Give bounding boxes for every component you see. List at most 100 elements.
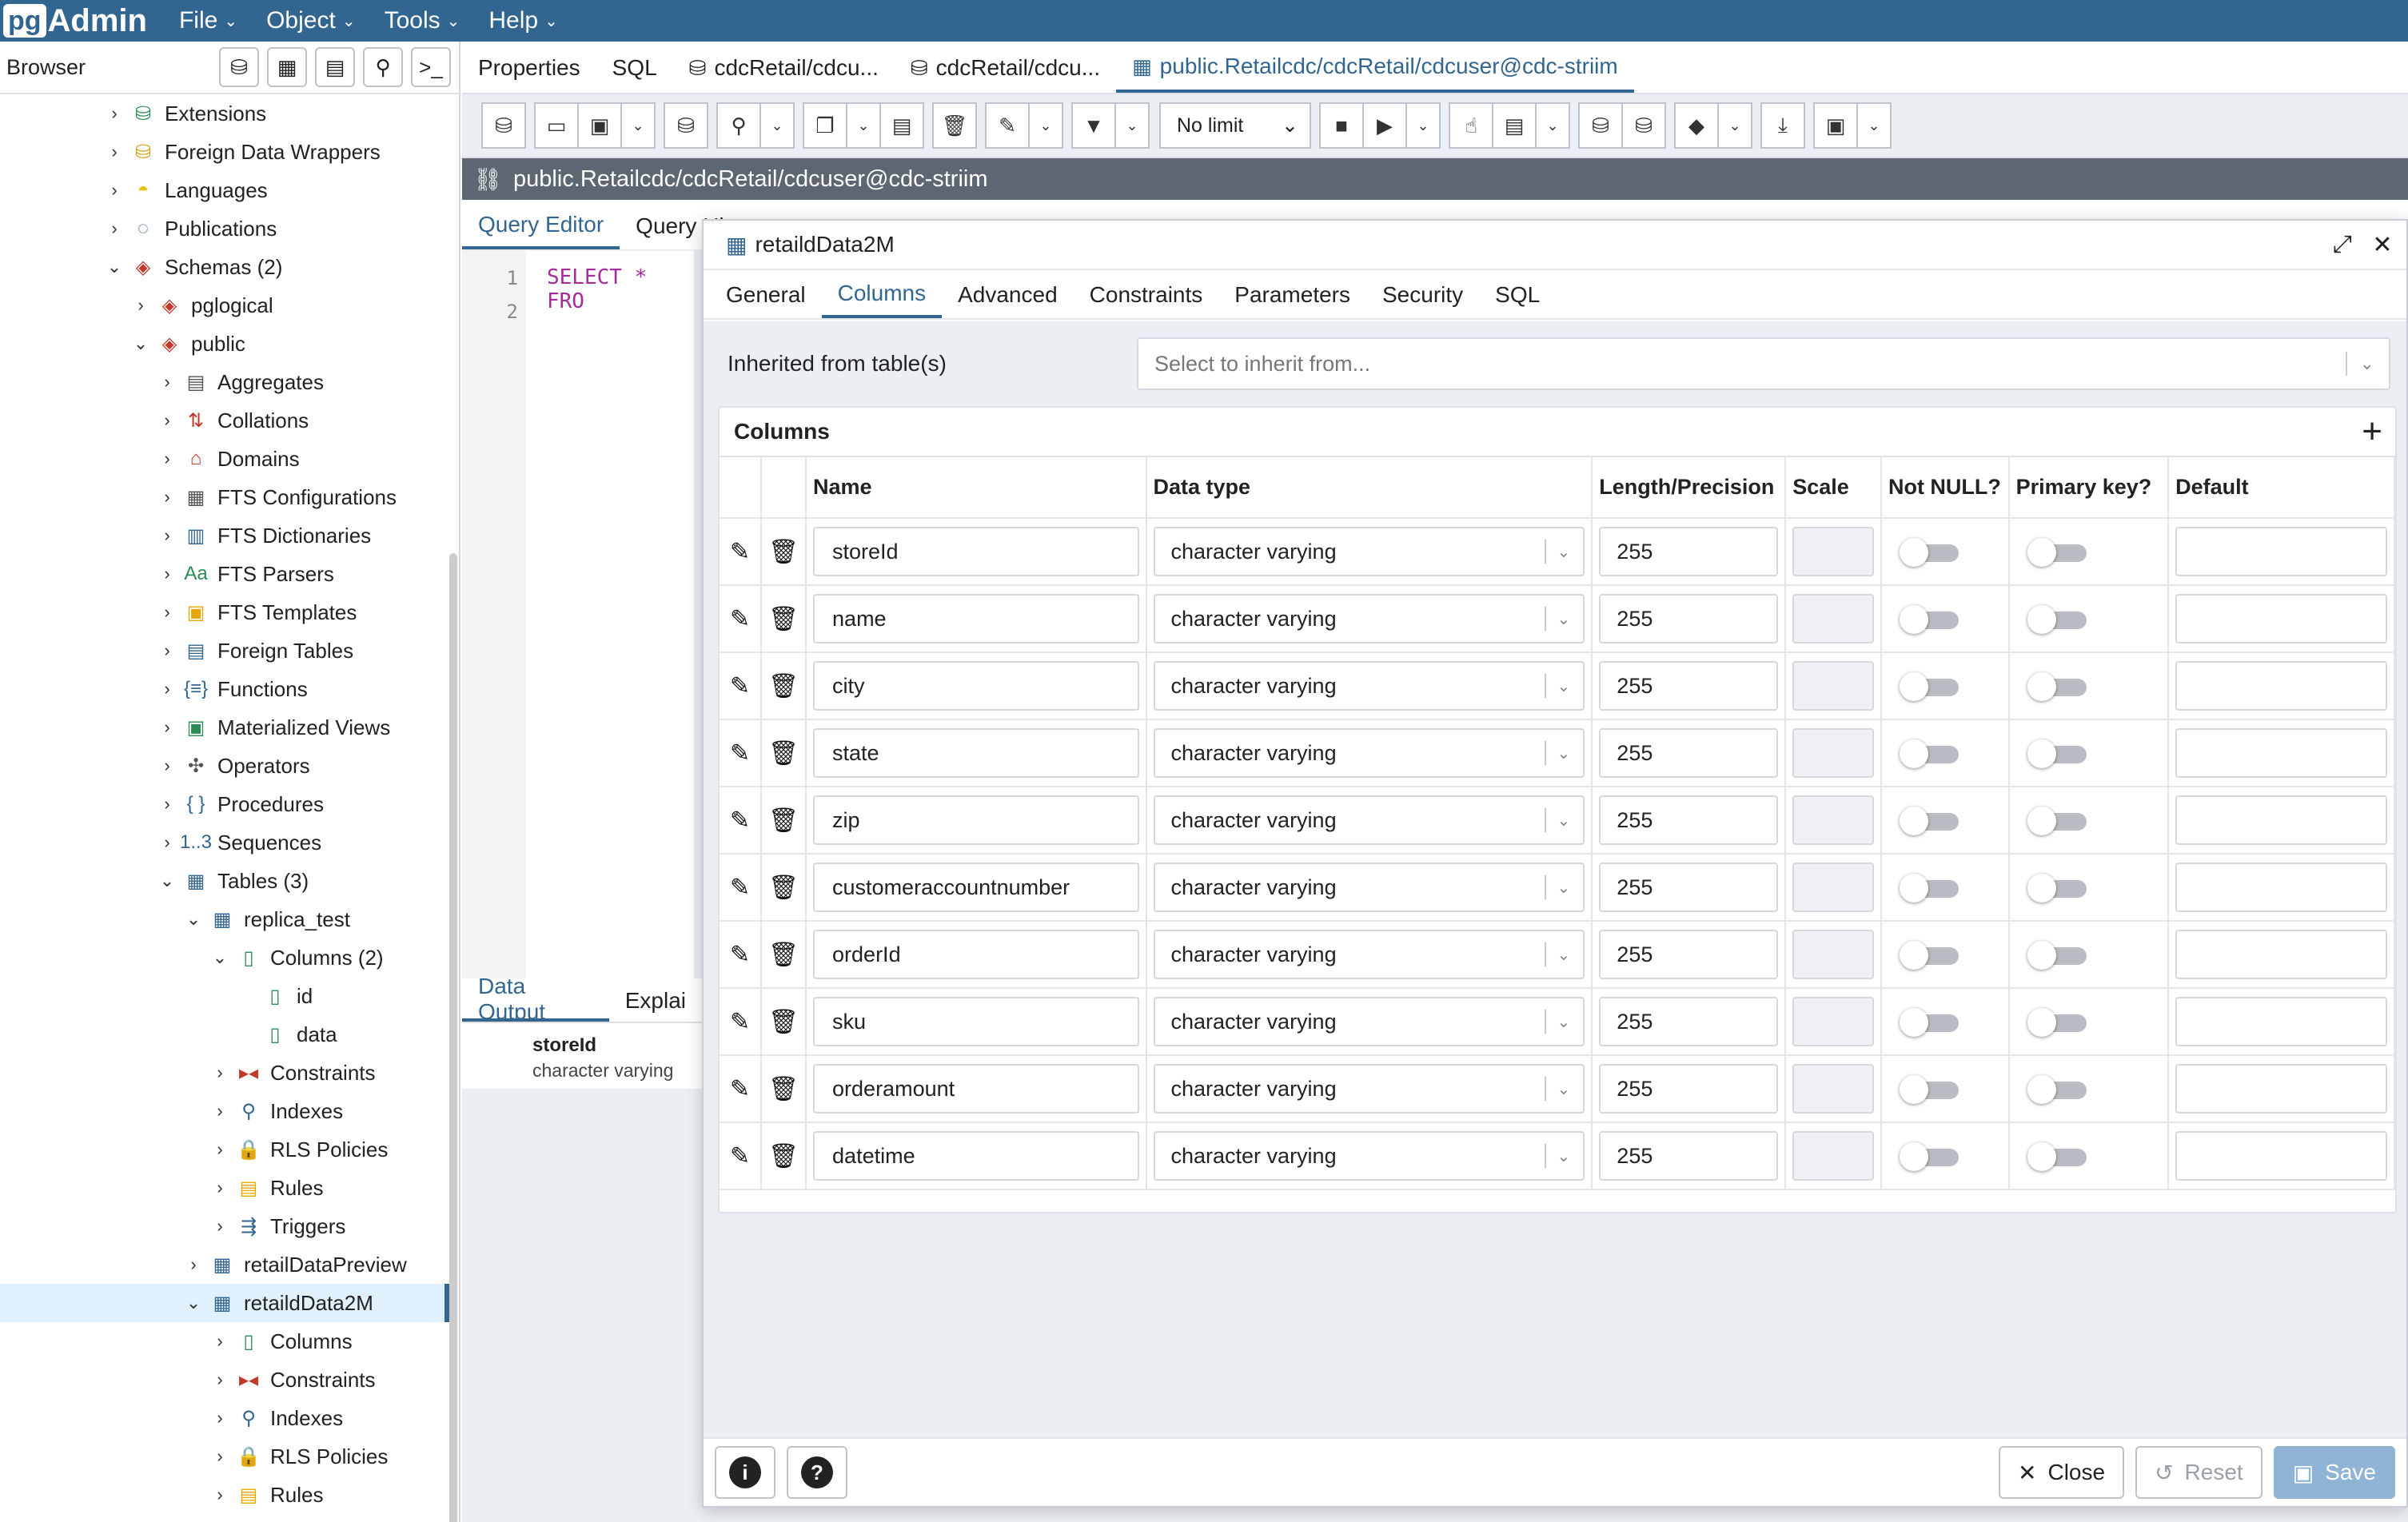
tree-node[interactable]: › 1..3 Sequences — [0, 823, 449, 862]
tree-node[interactable]: ⌄ ▦ replica_test — [0, 900, 449, 938]
not-null-toggle[interactable] — [1899, 672, 1962, 701]
delete-row-button[interactable]: 🗑 — [760, 652, 807, 720]
column-name-input[interactable]: orderamount — [813, 1064, 1139, 1114]
view-data-button[interactable]: ▦ — [267, 47, 307, 87]
primary-key-toggle[interactable] — [2027, 807, 2090, 835]
edit-button[interactable]: ✎ — [985, 102, 1030, 149]
not-null-toggle[interactable] — [1899, 538, 1962, 567]
chevron-right-icon[interactable]: › — [208, 1062, 232, 1083]
chevron-down-icon[interactable]: ⌄ — [102, 257, 126, 277]
main-tab[interactable]: SQL — [596, 43, 673, 93]
edit-row-button[interactable]: ✎ — [720, 518, 762, 586]
tab-explain[interactable]: Explai — [609, 980, 702, 1022]
length-input[interactable]: 255 — [1599, 863, 1779, 912]
length-input[interactable]: 255 — [1599, 527, 1779, 576]
chevron-right-icon[interactable]: › — [102, 218, 126, 239]
dialog-tab-security[interactable]: Security — [1366, 272, 1479, 318]
tree-node[interactable]: ⌄ ▦ Tables (3) — [0, 862, 449, 900]
delete-row-button[interactable]: 🗑 — [760, 921, 807, 989]
tree-node[interactable]: › ▣ Materialized Views — [0, 708, 449, 747]
tree-node[interactable]: › ◈ pglogical — [0, 286, 449, 325]
tree-node[interactable]: ⌄ ▦ retaildData2M — [0, 1284, 449, 1322]
tree-node[interactable]: ⌄ ▯ Columns (2) — [0, 938, 449, 977]
data-type-select[interactable]: character varying ⌄ — [1153, 997, 1585, 1046]
tab-query-editor[interactable]: Query Editor — [462, 203, 620, 249]
tree-node[interactable]: › ▦ FTS Configurations — [0, 478, 449, 516]
chevron-right-icon[interactable]: › — [181, 1254, 205, 1275]
primary-key-toggle[interactable] — [2027, 672, 2090, 701]
chevron-right-icon[interactable]: › — [208, 1484, 232, 1505]
save-data-button[interactable]: ⛁ — [664, 102, 708, 149]
help-button[interactable]: ? — [787, 1446, 847, 1499]
primary-key-toggle[interactable] — [2027, 1008, 2090, 1037]
delete-row-button[interactable]: 🗑 — [760, 1055, 807, 1123]
chevron-right-icon[interactable]: › — [208, 1216, 232, 1237]
edit-options-button[interactable]: ⌄ — [1028, 102, 1063, 149]
delete-row-button[interactable]: 🗑 — [760, 585, 807, 653]
data-type-select[interactable]: character varying ⌄ — [1153, 594, 1585, 643]
save-file-button[interactable]: ▣ — [577, 102, 622, 149]
column-name-input[interactable]: state — [813, 728, 1139, 778]
execute-options-button[interactable]: ⌄ — [1405, 102, 1441, 149]
tree-node[interactable]: › ⛁ Foreign Data Wrappers — [0, 133, 449, 171]
edit-row-button[interactable]: ✎ — [720, 719, 762, 787]
chevron-right-icon[interactable]: › — [208, 1408, 232, 1428]
paste-button[interactable]: ▤ — [879, 102, 924, 149]
edit-row-button[interactable]: ✎ — [720, 988, 762, 1056]
data-type-select[interactable]: character varying ⌄ — [1153, 1064, 1585, 1114]
copy-options-button[interactable]: ⌄ — [846, 102, 881, 149]
tree-node[interactable]: › ▤ Aggregates — [0, 363, 449, 401]
edit-row-button[interactable]: ✎ — [720, 585, 762, 653]
chevron-right-icon[interactable]: › — [155, 755, 179, 776]
chevron-right-icon[interactable]: › — [102, 180, 126, 201]
not-null-toggle[interactable] — [1899, 1008, 1962, 1037]
column-name-input[interactable]: storeId — [813, 527, 1139, 576]
info-button[interactable]: i — [715, 1446, 775, 1499]
length-input[interactable]: 255 — [1599, 728, 1779, 778]
copy-button[interactable]: ❐ — [803, 102, 847, 149]
length-input[interactable]: 255 — [1599, 661, 1779, 711]
default-input[interactable] — [2175, 594, 2387, 643]
filter-options-button[interactable]: ⌄ — [1114, 102, 1150, 149]
chevron-right-icon[interactable]: › — [208, 1446, 232, 1467]
delete-row-button[interactable]: 🗑 — [760, 1122, 807, 1190]
default-input[interactable] — [2175, 997, 2387, 1046]
not-null-toggle[interactable] — [1899, 807, 1962, 835]
clear-options-button[interactable]: ⌄ — [1717, 102, 1752, 149]
default-input[interactable] — [2175, 795, 2387, 845]
chevron-right-icon[interactable]: › — [155, 410, 179, 431]
not-null-toggle[interactable] — [1899, 1075, 1962, 1104]
chevron-down-icon[interactable]: ⌄ — [129, 333, 153, 354]
output-column-header[interactable]: storeId character varying — [462, 1022, 702, 1089]
data-type-select[interactable]: character varying ⌄ — [1153, 661, 1585, 711]
tree-node[interactable]: › ▤ Rules — [0, 1169, 449, 1207]
maximize-button[interactable]: ⤢ — [2326, 231, 2358, 258]
row-limit-select[interactable]: No limit ⌄ — [1159, 102, 1311, 149]
column-name-input[interactable]: city — [813, 661, 1139, 711]
delete-row-button[interactable]: 🗑 — [760, 787, 807, 855]
tree-node[interactable]: › ▦ retailDataPreview — [0, 1245, 449, 1284]
chevron-right-icon[interactable]: › — [129, 295, 153, 316]
tree-node[interactable]: › 🔒 RLS Policies — [0, 1130, 449, 1169]
chevron-down-icon[interactable]: ⌄ — [181, 909, 205, 930]
tree-node[interactable]: › ▸◂ Constraints — [0, 1361, 449, 1399]
data-type-select[interactable]: character varying ⌄ — [1153, 930, 1585, 979]
column-name-input[interactable]: orderId — [813, 930, 1139, 979]
explain-button[interactable]: ☝ — [1449, 102, 1493, 149]
dialog-tab-columns[interactable]: Columns — [821, 272, 943, 318]
data-type-select[interactable]: character varying ⌄ — [1153, 1131, 1585, 1181]
dialog-tab-sql[interactable]: SQL — [1479, 272, 1556, 318]
default-input[interactable] — [2175, 930, 2387, 979]
primary-key-toggle[interactable] — [2027, 941, 2090, 970]
tree-node[interactable]: › ▤ Foreign Tables — [0, 632, 449, 670]
connection-bar[interactable]: ⛓ public.Retailcdc/cdcRetail/cdcuser@cdc… — [462, 158, 2408, 200]
chevron-right-icon[interactable]: › — [208, 1331, 232, 1352]
chevron-right-icon[interactable]: › — [208, 1369, 232, 1390]
tree-node[interactable]: › ✣ Operators — [0, 747, 449, 785]
dialog-tab-general[interactable]: General — [710, 272, 822, 318]
primary-key-toggle[interactable] — [2027, 1075, 2090, 1104]
data-type-select[interactable]: character varying ⌄ — [1153, 795, 1585, 845]
chevron-down-icon[interactable]: ⌄ — [208, 947, 232, 968]
delete-row-button[interactable]: 🗑 — [760, 988, 807, 1056]
tree-node[interactable]: › ⇶ Triggers — [0, 1207, 449, 1245]
